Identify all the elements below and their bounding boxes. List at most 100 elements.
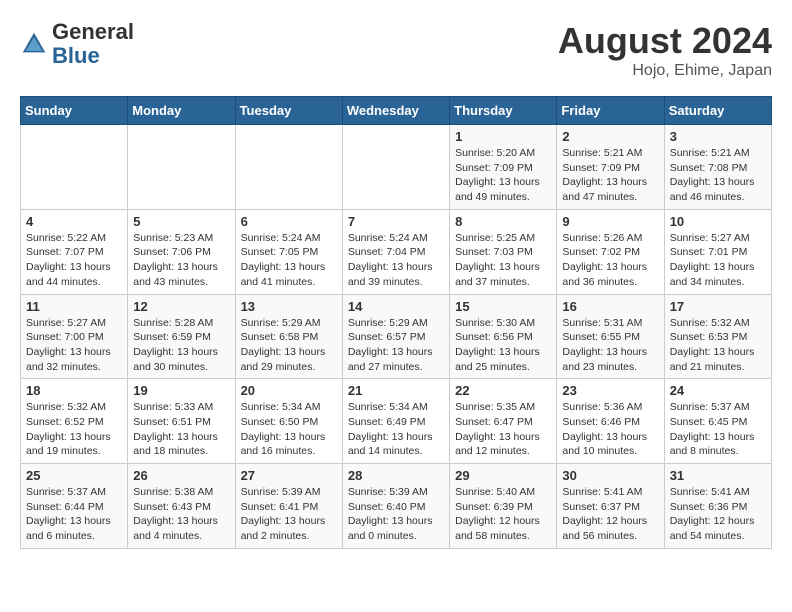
title-block: August 2024 Hojo, Ehime, Japan	[558, 20, 772, 80]
calendar-cell: 15Sunrise: 5:30 AM Sunset: 6:56 PM Dayli…	[450, 294, 557, 379]
day-info: Sunrise: 5:34 AM Sunset: 6:49 PM Dayligh…	[348, 400, 444, 459]
day-info: Sunrise: 5:29 AM Sunset: 6:57 PM Dayligh…	[348, 316, 444, 375]
calendar-cell: 1 Sunrise: 5:20 AM Sunset: 7:09 PM Daylig…	[450, 125, 557, 210]
day-info: Sunrise: 5:34 AM Sunset: 6:50 PM Dayligh…	[241, 400, 337, 459]
day-info: Sunrise: 5:32 AM Sunset: 6:53 PM Dayligh…	[670, 316, 766, 375]
day-number: 28	[348, 468, 444, 483]
day-info: Sunrise: 5:27 AM Sunset: 7:01 PM Dayligh…	[670, 231, 766, 290]
logo: General Blue	[20, 20, 134, 68]
calendar-cell: 8Sunrise: 5:25 AM Sunset: 7:03 PM Daylig…	[450, 209, 557, 294]
calendar-cell: 4 Sunrise: 5:22 AM Sunset: 7:07 PM Daylig…	[21, 209, 128, 294]
day-number: 27	[241, 468, 337, 483]
day-info: Sunrise: 5:29 AM Sunset: 6:58 PM Dayligh…	[241, 316, 337, 375]
day-number: 2	[562, 129, 658, 144]
calendar-cell: 29 Sunrise: 5:40 AM Sunset: 6:39 PM Dayli…	[450, 464, 557, 549]
weekday-header-tuesday: Tuesday	[235, 97, 342, 125]
day-info: Sunrise: 5:31 AM Sunset: 6:55 PM Dayligh…	[562, 316, 658, 375]
week-row-5: 25 Sunrise: 5:37 AM Sunset: 6:44 PM Dayli…	[21, 464, 772, 549]
day-info: Sunrise: 5:24 AM Sunset: 7:05 PM Dayligh…	[241, 231, 337, 290]
day-number: 10	[670, 214, 766, 229]
calendar-cell	[21, 125, 128, 210]
day-number: 26	[133, 468, 229, 483]
day-number: 17	[670, 299, 766, 314]
day-number: 24	[670, 383, 766, 398]
calendar-cell: 6 Sunrise: 5:24 AM Sunset: 7:05 PM Daylig…	[235, 209, 342, 294]
calendar-cell: 2Sunrise: 5:21 AM Sunset: 7:09 PM Daylig…	[557, 125, 664, 210]
day-number: 4	[26, 214, 122, 229]
day-info: Sunrise: 5:27 AM Sunset: 7:00 PM Dayligh…	[26, 316, 122, 375]
day-number: 3	[670, 129, 766, 144]
day-info: Sunrise: 5:25 AM Sunset: 7:03 PM Dayligh…	[455, 231, 551, 290]
day-number: 29	[455, 468, 551, 483]
week-row-3: 11 Sunrise: 5:27 AM Sunset: 7:00 PM Dayli…	[21, 294, 772, 379]
calendar-cell: 16 Sunrise: 5:31 AM Sunset: 6:55 PM Dayli…	[557, 294, 664, 379]
day-number: 20	[241, 383, 337, 398]
day-info: Sunrise: 5:21 AM Sunset: 7:08 PM Dayligh…	[670, 146, 766, 205]
calendar-cell: 31 Sunrise: 5:41 AM Sunset: 6:36 PM Dayli…	[664, 464, 771, 549]
calendar-cell: 25 Sunrise: 5:37 AM Sunset: 6:44 PM Dayli…	[21, 464, 128, 549]
day-number: 22	[455, 383, 551, 398]
calendar-cell: 11 Sunrise: 5:27 AM Sunset: 7:00 PM Dayli…	[21, 294, 128, 379]
day-info: Sunrise: 5:32 AM Sunset: 6:52 PM Dayligh…	[26, 400, 122, 459]
day-info: Sunrise: 5:20 AM Sunset: 7:09 PM Dayligh…	[455, 146, 551, 205]
calendar-cell: 18Sunrise: 5:32 AM Sunset: 6:52 PM Dayli…	[21, 379, 128, 464]
calendar-cell: 12 Sunrise: 5:28 AM Sunset: 6:59 PM Dayli…	[128, 294, 235, 379]
page-header: General Blue August 2024 Hojo, Ehime, Ja…	[20, 20, 772, 80]
calendar-cell: 23 Sunrise: 5:36 AM Sunset: 6:46 PM Dayli…	[557, 379, 664, 464]
calendar-cell: 30Sunrise: 5:41 AM Sunset: 6:37 PM Dayli…	[557, 464, 664, 549]
day-info: Sunrise: 5:39 AM Sunset: 6:41 PM Dayligh…	[241, 485, 337, 544]
calendar-cell: 3 Sunrise: 5:21 AM Sunset: 7:08 PM Daylig…	[664, 125, 771, 210]
day-info: Sunrise: 5:24 AM Sunset: 7:04 PM Dayligh…	[348, 231, 444, 290]
day-number: 23	[562, 383, 658, 398]
day-number: 14	[348, 299, 444, 314]
calendar-cell: 14 Sunrise: 5:29 AM Sunset: 6:57 PM Dayli…	[342, 294, 449, 379]
day-info: Sunrise: 5:23 AM Sunset: 7:06 PM Dayligh…	[133, 231, 229, 290]
day-number: 31	[670, 468, 766, 483]
month-year-title: August 2024	[558, 20, 772, 62]
day-number: 11	[26, 299, 122, 314]
day-info: Sunrise: 5:39 AM Sunset: 6:40 PM Dayligh…	[348, 485, 444, 544]
day-info: Sunrise: 5:36 AM Sunset: 6:46 PM Dayligh…	[562, 400, 658, 459]
day-number: 6	[241, 214, 337, 229]
day-number: 5	[133, 214, 229, 229]
location-subtitle: Hojo, Ehime, Japan	[558, 62, 772, 80]
calendar-cell: 20 Sunrise: 5:34 AM Sunset: 6:50 PM Dayli…	[235, 379, 342, 464]
weekday-header-thursday: Thursday	[450, 97, 557, 125]
calendar-cell	[128, 125, 235, 210]
weekday-header-monday: Monday	[128, 97, 235, 125]
day-info: Sunrise: 5:28 AM Sunset: 6:59 PM Dayligh…	[133, 316, 229, 375]
calendar-cell: 24 Sunrise: 5:37 AM Sunset: 6:45 PM Dayli…	[664, 379, 771, 464]
calendar-cell: 17 Sunrise: 5:32 AM Sunset: 6:53 PM Dayli…	[664, 294, 771, 379]
calendar-cell: 10 Sunrise: 5:27 AM Sunset: 7:01 PM Dayli…	[664, 209, 771, 294]
day-number: 16	[562, 299, 658, 314]
day-number: 7	[348, 214, 444, 229]
day-info: Sunrise: 5:40 AM Sunset: 6:39 PM Dayligh…	[455, 485, 551, 544]
day-info: Sunrise: 5:37 AM Sunset: 6:44 PM Dayligh…	[26, 485, 122, 544]
calendar-cell: 19 Sunrise: 5:33 AM Sunset: 6:51 PM Dayli…	[128, 379, 235, 464]
calendar-cell: 21 Sunrise: 5:34 AM Sunset: 6:49 PM Dayli…	[342, 379, 449, 464]
calendar-cell	[342, 125, 449, 210]
day-number: 15	[455, 299, 551, 314]
day-number: 21	[348, 383, 444, 398]
weekday-header-row: SundayMondayTuesdayWednesdayThursdayFrid…	[21, 97, 772, 125]
weekday-header-sunday: Sunday	[21, 97, 128, 125]
day-info: Sunrise: 5:33 AM Sunset: 6:51 PM Dayligh…	[133, 400, 229, 459]
day-number: 25	[26, 468, 122, 483]
calendar-cell: 7 Sunrise: 5:24 AM Sunset: 7:04 PM Daylig…	[342, 209, 449, 294]
logo-icon	[20, 30, 48, 58]
calendar-table: SundayMondayTuesdayWednesdayThursdayFrid…	[20, 96, 772, 549]
day-info: Sunrise: 5:41 AM Sunset: 6:36 PM Dayligh…	[670, 485, 766, 544]
calendar-cell: 26 Sunrise: 5:38 AM Sunset: 6:43 PM Dayli…	[128, 464, 235, 549]
day-number: 12	[133, 299, 229, 314]
day-number: 13	[241, 299, 337, 314]
calendar-cell: 5 Sunrise: 5:23 AM Sunset: 7:06 PM Daylig…	[128, 209, 235, 294]
weekday-header-wednesday: Wednesday	[342, 97, 449, 125]
week-row-1: 1 Sunrise: 5:20 AM Sunset: 7:09 PM Daylig…	[21, 125, 772, 210]
day-info: Sunrise: 5:37 AM Sunset: 6:45 PM Dayligh…	[670, 400, 766, 459]
week-row-2: 4 Sunrise: 5:22 AM Sunset: 7:07 PM Daylig…	[21, 209, 772, 294]
day-info: Sunrise: 5:38 AM Sunset: 6:43 PM Dayligh…	[133, 485, 229, 544]
day-number: 19	[133, 383, 229, 398]
day-number: 1	[455, 129, 551, 144]
day-info: Sunrise: 5:22 AM Sunset: 7:07 PM Dayligh…	[26, 231, 122, 290]
calendar-cell: 28 Sunrise: 5:39 AM Sunset: 6:40 PM Dayli…	[342, 464, 449, 549]
